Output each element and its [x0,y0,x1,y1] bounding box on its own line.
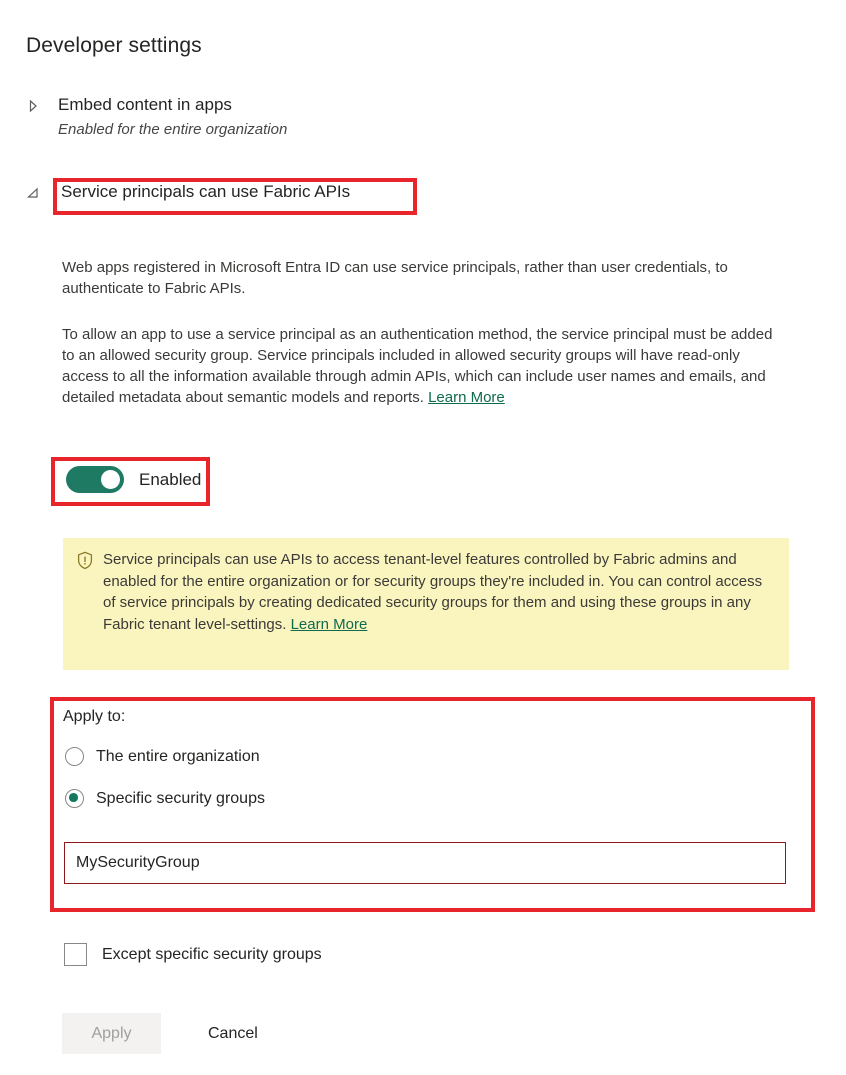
chevron-down-icon[interactable] [26,186,40,202]
page-title: Developer settings [26,34,202,57]
enabled-toggle-row[interactable]: Enabled [66,466,201,493]
setting-title: Embed content in apps [58,95,232,114]
apply-to-label: Apply to: [63,708,126,725]
chevron-right-icon[interactable] [26,98,40,114]
notice-body: Service principals can use APIs to acces… [103,551,763,633]
radio-label: The entire organization [96,747,260,765]
toggle-knob [101,470,120,489]
apply-button[interactable]: Apply [62,1013,161,1054]
toggle-label: Enabled [139,469,202,489]
shield-warning-icon [76,551,94,570]
cancel-button[interactable]: Cancel [208,1013,258,1054]
developer-settings-page: Developer settings Embed content in apps… [0,0,846,1075]
setting-subtitle: Enabled for the entire organization [58,121,288,138]
notice-learn-more-link[interactable]: Learn More [291,616,368,633]
radio-label: Specific security groups [96,789,265,807]
radio-entire-organization[interactable]: The entire organization [65,747,260,766]
learn-more-link[interactable]: Learn More [428,389,505,406]
notice-text: Service principals can use APIs to acces… [103,549,775,635]
security-group-input[interactable] [64,842,786,884]
radio-specific-security-groups[interactable]: Specific security groups [65,789,265,808]
enabled-toggle[interactable] [66,466,124,493]
description-paragraph-1: Web apps registered in Microsoft Entra I… [62,259,728,297]
except-specific-security-groups-row[interactable]: Except specific security groups [64,943,322,966]
info-notice-banner: Service principals can use APIs to acces… [63,538,789,670]
radio-button-unselected-icon[interactable] [65,747,84,766]
expanded-setting-title: Service principals can use Fabric APIs [61,182,351,201]
checkbox-unchecked-icon[interactable] [64,943,87,966]
description-paragraph-2: To allow an app to use a service princip… [62,324,774,408]
description-paragraph-2-text: To allow an app to use a service princip… [62,326,773,406]
checkbox-label: Except specific security groups [102,945,322,963]
radio-button-selected-icon[interactable] [65,789,84,808]
